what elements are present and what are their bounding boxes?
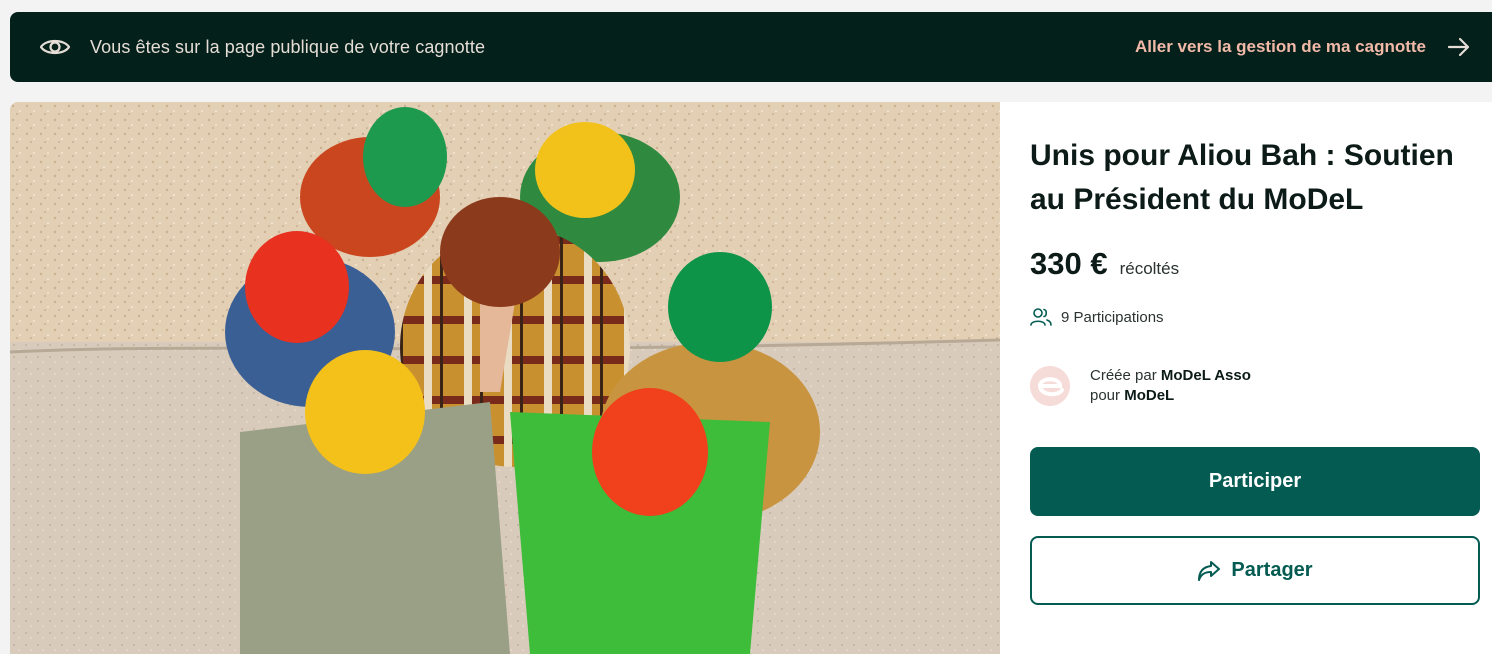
amount-raised: 330 €	[1030, 246, 1108, 281]
share-icon	[1197, 560, 1221, 582]
banner-message: Vous êtes sur la page publique de votre …	[90, 36, 486, 57]
users-icon	[1030, 307, 1052, 327]
participations-count: 9 Participations	[1061, 308, 1164, 326]
beneficiary-name[interactable]: MoDeL	[1124, 387, 1174, 404]
participations-row: 9 Participations	[1030, 307, 1164, 327]
creator-text: Créée par MoDeL Asso pour MoDeL	[1090, 366, 1251, 406]
arrow-right-icon[interactable]	[1446, 34, 1472, 60]
creator-prefix: Créée par	[1090, 367, 1157, 384]
creator-avatar[interactable]	[1030, 366, 1070, 406]
campaign-info-panel: Unis pour Aliou Bah : Soutien au Préside…	[1000, 102, 1492, 654]
for-prefix: pour	[1090, 387, 1121, 404]
share-button-label: Partager	[1231, 559, 1313, 581]
hero-photo	[10, 102, 1000, 654]
creator-row: Créée par MoDeL Asso pour MoDeL	[1030, 366, 1251, 406]
campaign-title: Unis pour Aliou Bah : Soutien au Préside…	[1030, 139, 1454, 216]
eye-icon	[38, 30, 72, 64]
amount-suffix: récoltés	[1119, 259, 1180, 278]
public-page-banner: Vous êtes sur la page publique de votre …	[10, 12, 1492, 82]
amount-row: 330 € récoltés	[1030, 246, 1179, 282]
participate-button[interactable]: Participer	[1030, 447, 1480, 516]
creator-name[interactable]: MoDeL Asso	[1161, 367, 1251, 384]
participate-button-label: Participer	[1208, 470, 1302, 492]
organization-logo-icon	[1030, 366, 1070, 406]
campaign-hero-image	[10, 102, 1000, 654]
share-button[interactable]: Partager	[1030, 536, 1480, 605]
manage-campaign-link[interactable]: Aller vers la gestion de ma cagnotte	[1135, 37, 1426, 57]
